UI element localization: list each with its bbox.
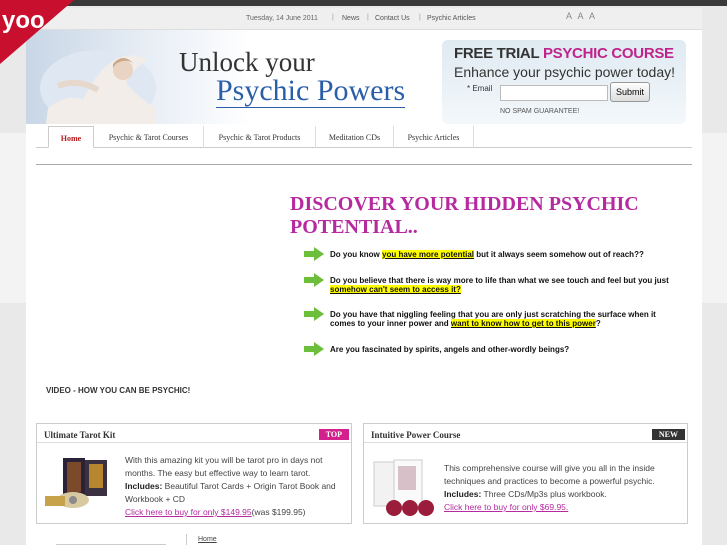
bullet-text: but it always seem somehow out of reach?…: [474, 250, 644, 259]
divider: [364, 442, 687, 443]
top-bar: Tuesday, 14 June 2011 | News | Contact U…: [26, 8, 702, 30]
trial-title-highlight: PSYCHIC COURSE: [542, 45, 674, 62]
green-arrow-icon: [304, 342, 324, 356]
video-heading: VIDEO - HOW YOU CAN BE PSYCHIC!: [46, 386, 191, 395]
product-box-intuitive-power: Intuitive Power Course NEW This comprehe…: [363, 423, 688, 524]
submit-button[interactable]: Submit: [610, 82, 650, 102]
news-link[interactable]: News: [342, 15, 360, 22]
product-description: With this amazing kit you will be tarot …: [125, 454, 345, 519]
green-arrow-icon: [304, 307, 324, 321]
separator: |: [367, 14, 369, 21]
trial-subtitle: Enhance your psychic power today!: [454, 64, 676, 80]
product-title: Intuitive Power Course: [371, 430, 461, 440]
psychic-articles-link[interactable]: Psychic Articles: [427, 15, 476, 22]
yoo-logo[interactable]: yoo: [0, 0, 74, 64]
footer-home-link[interactable]: Home: [198, 536, 217, 543]
bullet-highlight: somehow can't seem to access it?: [330, 285, 461, 294]
date-text: Tuesday, 14 June 2011: [246, 15, 318, 22]
new-badge: NEW: [651, 429, 685, 440]
tarot-kit-image[interactable]: [43, 454, 119, 510]
buy-link[interactable]: Click here to buy for only $69.95.: [444, 502, 568, 512]
header-title-line2: Psychic Powers: [216, 74, 406, 108]
green-arrow-icon: [304, 273, 324, 287]
was-price: (was $199.95): [251, 507, 306, 517]
bullet-text: Do you believe that there is way more to…: [330, 276, 669, 285]
product-title: Ultimate Tarot Kit: [44, 430, 116, 440]
header-banner: Unlock your Psychic Powers: [26, 30, 436, 124]
tab-psychic-tarot-courses[interactable]: Psychic & Tarot Courses: [94, 126, 204, 148]
tab-psychic-tarot-products[interactable]: Psychic & Tarot Products: [204, 126, 316, 148]
includes-label: Includes:: [125, 481, 163, 491]
tab-meditation-cds[interactable]: Meditation CDs: [316, 126, 394, 148]
includes-text: Three CDs/Mp3s plus workbook.: [481, 489, 607, 499]
no-spam-text: NO SPAM GUARANTEE!: [500, 108, 580, 115]
separator: |: [419, 14, 421, 21]
course-image[interactable]: [370, 458, 440, 518]
trial-title-plain: FREE TRIAL: [454, 45, 543, 62]
product-intro: This comprehensive course will give you …: [444, 463, 655, 486]
email-label: * Email: [467, 84, 493, 93]
bullet-text: Are you fascinated by spirits, angels an…: [330, 345, 570, 354]
product-box-tarot-kit: Ultimate Tarot Kit TOP With this amazing…: [36, 423, 352, 524]
product-intro: With this amazing kit you will be tarot …: [125, 455, 323, 478]
main-headline: DISCOVER YOUR HIDDEN PSYCHIC POTENTIAL..: [290, 193, 639, 238]
bullet-highlight: you have more potential: [382, 250, 475, 259]
product-description: This comprehensive course will give you …: [444, 462, 682, 514]
main-nav: Home Psychic & Tarot Courses Psychic & T…: [36, 126, 692, 148]
divider: [36, 164, 692, 165]
logo-text: yoo: [2, 7, 45, 34]
trial-title: FREE TRIAL PSYCHIC COURSE: [454, 45, 674, 62]
top-strip: [0, 0, 727, 6]
includes-label: Includes:: [444, 489, 482, 499]
email-field[interactable]: [500, 85, 608, 101]
green-arrow-icon: [304, 247, 324, 261]
contact-us-link[interactable]: Contact Us: [375, 15, 410, 22]
bullet-highlight: want to know how to get to this power: [450, 319, 596, 328]
font-resize-icon[interactable]: A A A: [566, 11, 597, 21]
tab-psychic-articles[interactable]: Psychic Articles: [394, 126, 474, 148]
bullet-text: Do you know: [330, 250, 382, 259]
divider: [186, 534, 187, 545]
buy-link[interactable]: Click here to buy for only $149.95: [125, 507, 252, 517]
separator: |: [332, 14, 334, 21]
divider: [37, 442, 351, 443]
free-trial-panel: FREE TRIAL PSYCHIC COURSE Enhance your p…: [442, 40, 686, 124]
top-badge: TOP: [318, 429, 349, 440]
tab-home[interactable]: Home: [48, 126, 94, 148]
page: Tuesday, 14 June 2011 | News | Contact U…: [26, 8, 702, 545]
bullet-text: ?: [595, 319, 601, 328]
